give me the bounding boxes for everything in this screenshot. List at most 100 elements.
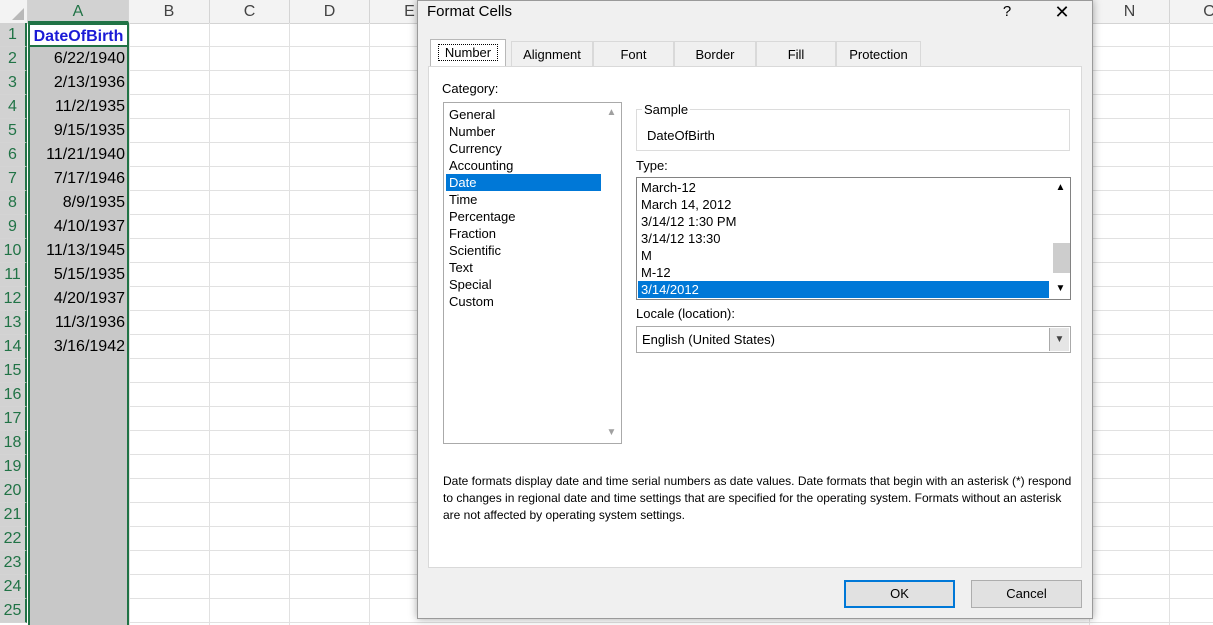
cell-a4[interactable]: 11/2/1935 (28, 95, 129, 119)
cell-a9[interactable]: 4/10/1937 (28, 215, 129, 239)
column-header-o[interactable]: O (1170, 0, 1213, 23)
cell-a10[interactable]: 11/13/1945 (28, 239, 129, 263)
row-header[interactable]: 24 (0, 575, 27, 599)
row-header[interactable]: 15 (0, 359, 27, 383)
sample-value: DateOfBirth (647, 128, 715, 143)
tab-number[interactable]: Number (430, 39, 506, 66)
row-header[interactable]: 19 (0, 455, 27, 479)
row-header[interactable]: 12 (0, 287, 27, 311)
row-header[interactable]: 7 (0, 167, 27, 191)
category-item[interactable]: Time (446, 191, 601, 208)
locale-dropdown[interactable]: English (United States) ▼ (636, 326, 1071, 353)
row-header[interactable]: 8 (0, 191, 27, 215)
row-header[interactable]: 11 (0, 263, 27, 287)
row-header[interactable]: 14 (0, 335, 27, 359)
category-item[interactable]: Special (446, 276, 601, 293)
type-scroll-thumb[interactable] (1053, 243, 1070, 273)
row-header[interactable]: 25 (0, 599, 27, 623)
row-header[interactable]: 17 (0, 407, 27, 431)
row-header[interactable]: 5 (0, 119, 27, 143)
category-item[interactable]: Fraction (446, 225, 601, 242)
scroll-down-icon[interactable]: ▼ (603, 424, 620, 441)
type-item[interactable]: M (638, 247, 1049, 264)
row-header[interactable]: 20 (0, 479, 27, 503)
row-header[interactable]: 23 (0, 551, 27, 575)
format-cells-dialog: Format Cells ? ✕ Number Alignment Font B… (417, 0, 1093, 619)
sample-label: Sample (642, 102, 691, 117)
type-item[interactable]: March 14, 2012 (638, 196, 1049, 213)
cell-a1[interactable]: DateOfBirth (28, 23, 129, 47)
gridline (28, 622, 1213, 623)
category-item[interactable]: Currency (446, 140, 601, 157)
category-list[interactable]: General Number Currency Accounting Date Time P… (443, 102, 622, 444)
scroll-up-icon[interactable]: ▲ (603, 104, 620, 121)
column-header-n[interactable]: N (1090, 0, 1170, 23)
row-header[interactable]: 21 (0, 503, 27, 527)
type-scroll-down-icon[interactable]: ▼ (1052, 280, 1069, 297)
gridline (1169, 23, 1170, 625)
cancel-button[interactable]: Cancel (971, 580, 1082, 608)
tab-number-label: Number (437, 44, 499, 61)
chevron-down-icon[interactable]: ▼ (1049, 328, 1069, 351)
row-header[interactable]: 9 (0, 215, 27, 239)
select-all-corner[interactable] (0, 0, 28, 23)
cell-a11[interactable]: 5/15/1935 (28, 263, 129, 287)
type-list[interactable]: March-12 March 14, 2012 3/14/12 1:30 PM 3/1… (636, 177, 1071, 300)
gridline (369, 23, 370, 625)
type-item[interactable]: 3/14/2012 (638, 281, 1049, 298)
row-header[interactable]: 3 (0, 71, 27, 95)
category-item[interactable]: Text (446, 259, 601, 276)
tab-alignment[interactable]: Alignment (511, 41, 593, 66)
cell-a8[interactable]: 8/9/1935 (28, 191, 129, 215)
category-item[interactable]: Number (446, 123, 601, 140)
cell-a12[interactable]: 4/20/1937 (28, 287, 129, 311)
type-item[interactable]: 3/14/12 1:30 PM (638, 213, 1049, 230)
column-header-d[interactable]: D (290, 0, 370, 23)
row-header[interactable]: 4 (0, 95, 27, 119)
cell-a5[interactable]: 9/15/1935 (28, 119, 129, 143)
type-label: Type: (636, 158, 668, 173)
category-scrollbar[interactable]: ▲ ▼ (603, 104, 620, 442)
cell-a3[interactable]: 2/13/1936 (28, 71, 129, 95)
type-scrollbar[interactable]: ▲ ▼ (1052, 179, 1070, 298)
cell-a14[interactable]: 3/16/1942 (28, 335, 129, 359)
category-item[interactable]: Date (446, 174, 601, 191)
category-label: Category: (442, 81, 499, 96)
cell-a2[interactable]: 6/22/1940 (28, 47, 129, 71)
ok-button[interactable]: OK (844, 580, 955, 608)
gridline (289, 23, 290, 625)
category-item[interactable]: Accounting (446, 157, 601, 174)
tab-border[interactable]: Border (674, 41, 756, 66)
type-item[interactable]: 3/14/12 13:30 (638, 230, 1049, 247)
cell-a6[interactable]: 11/21/1940 (28, 143, 129, 167)
column-header-a[interactable]: A (28, 0, 129, 23)
cell-a13[interactable]: 11/3/1936 (28, 311, 129, 335)
row-header[interactable]: 2 (0, 47, 27, 71)
category-item[interactable]: Scientific (446, 242, 601, 259)
type-item[interactable]: M-12 (638, 264, 1049, 281)
row-header[interactable]: 18 (0, 431, 27, 455)
gridline (209, 23, 210, 625)
tab-font[interactable]: Font (593, 41, 674, 66)
help-icon[interactable]: ? (1000, 3, 1014, 20)
category-item[interactable]: General (446, 106, 601, 123)
row-header[interactable]: 6 (0, 143, 27, 167)
row-header[interactable]: 16 (0, 383, 27, 407)
category-item[interactable]: Percentage (446, 208, 601, 225)
tab-fill[interactable]: Fill (756, 41, 836, 66)
gridline (129, 23, 130, 625)
locale-value: English (United States) (642, 332, 775, 347)
row-header[interactable]: 22 (0, 527, 27, 551)
type-scroll-up-icon[interactable]: ▲ (1052, 179, 1069, 196)
column-header-b[interactable]: B (129, 0, 210, 23)
column-header-c[interactable]: C (210, 0, 290, 23)
type-item[interactable]: March-12 (638, 179, 1049, 196)
close-icon[interactable]: ✕ (1050, 1, 1074, 23)
category-item[interactable]: Custom (446, 293, 601, 310)
cell-a7[interactable]: 7/17/1946 (28, 167, 129, 191)
tab-protection[interactable]: Protection (836, 41, 921, 66)
row-header[interactable]: 13 (0, 311, 27, 335)
locale-label: Locale (location): (636, 306, 735, 321)
row-header[interactable]: 10 (0, 239, 27, 263)
row-header[interactable]: 1 (0, 23, 27, 47)
